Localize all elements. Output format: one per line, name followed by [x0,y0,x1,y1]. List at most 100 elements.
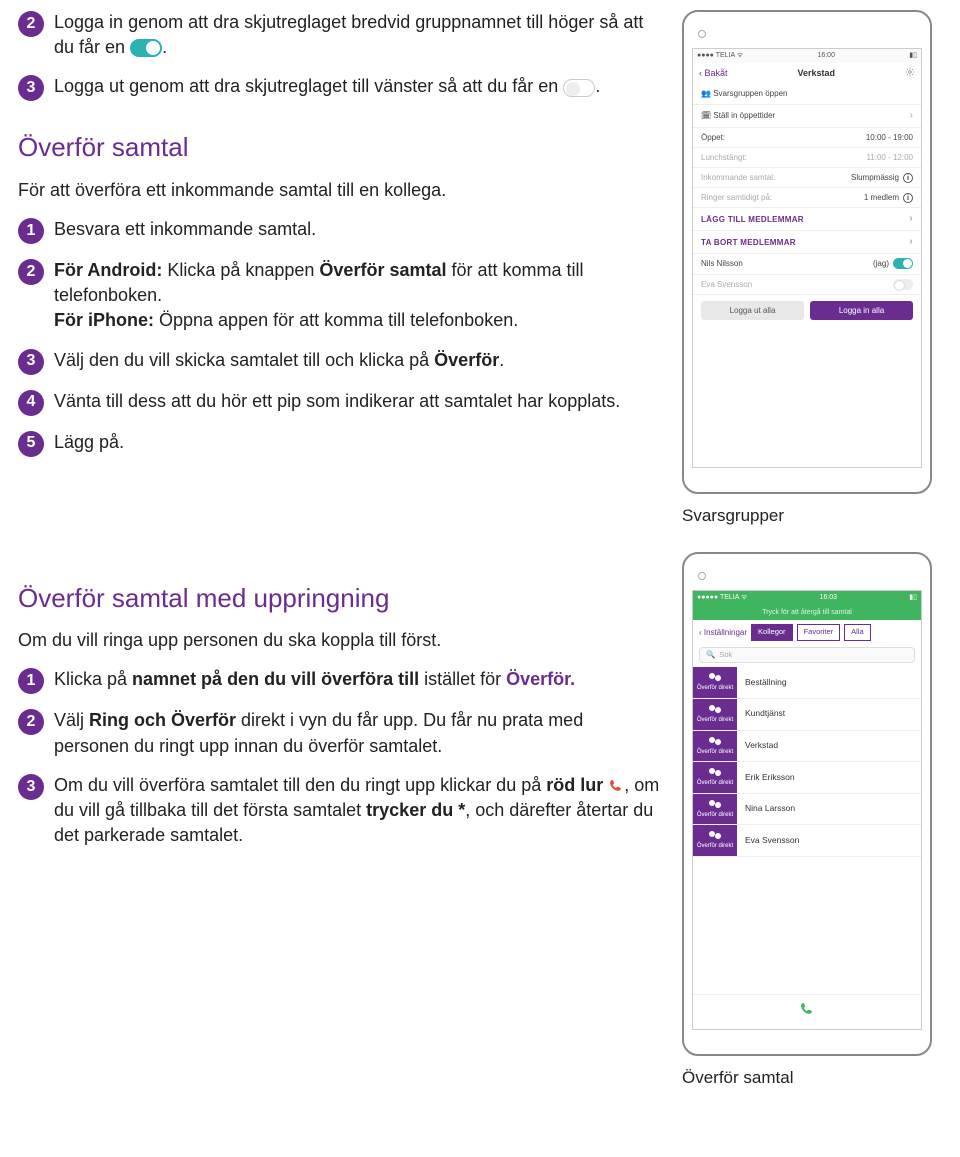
search-input[interactable]: 🔍 Sök [699,647,915,664]
chevron-right-icon: › [909,212,913,226]
contact-name: Erik Eriksson [737,764,921,792]
nav-segment: ‹ Inställningar Kollegor Favoriter Alla [693,620,921,645]
tab-favoriter[interactable]: Favoriter [797,624,841,641]
logga-ut-alla-button[interactable]: Logga ut alla [701,301,804,320]
contact-name: Verkstad [737,732,921,760]
row-ringer: Ringer samtidigt på: 1 medlemi [693,188,921,208]
overfor-direkt-button[interactable]: Överför direkt [693,794,737,825]
s1-step-3: 3 Välj den du vill skicka samtalet till … [18,348,662,375]
s1-step-5: 5 Lägg på. [18,430,662,457]
info-icon[interactable]: i [903,193,913,203]
s2-step-1: 1 Klicka på namnet på den du vill överfö… [18,667,662,694]
overfor-direkt-button[interactable]: Överför direkt [693,825,737,856]
battery-icon: ▮▯ [909,51,917,61]
step-badge: 3 [18,774,44,800]
overfor-direkt-button[interactable]: Överför direkt [693,731,737,762]
battery-icon: ▮▯ [909,593,917,603]
nav-title: Verkstad [797,67,835,80]
clock: 16:03 [820,593,838,603]
row-tabort-medlemmar[interactable]: TA BORT MEDLEMMAR› [693,231,921,254]
step-badge: 4 [18,390,44,416]
overfor-direkt-button[interactable]: Överför direkt [693,762,737,793]
step-badge: 2 [18,709,44,735]
contact-name: Nina Larsson [737,795,921,823]
s1-step-1: 1 Besvara ett inkommande samtal. [18,217,662,244]
call-button[interactable] [693,994,921,1029]
people-icon [708,768,722,778]
row-inkommande: Inkommande samtal: Slumpmässigi [693,168,921,188]
people-icon [708,737,722,747]
step-badge: 3 [18,349,44,375]
step-badge: 2 [18,259,44,285]
contact-row[interactable]: Överför direktEva Svensson [693,825,921,857]
contact-name: Eva Svensson [737,827,921,855]
people-icon [708,831,722,841]
phone-camera-icon [698,30,706,38]
status-bar: ●●●● TELIA ᯤ 16:00 ▮▯ [693,49,921,63]
step-badge: 1 [18,218,44,244]
overfor-direkt-button[interactable]: Överför direkt [693,699,737,730]
clock: 16:00 [817,51,835,61]
people-icon [708,800,722,810]
chevron-right-icon: › [909,235,913,249]
phone-mock-overfor: ●●●●● TELIA ᯤ 16:03 ▮▯ Tryck för att åte… [682,552,932,1056]
contact-row[interactable]: Överför direktBeställning [693,667,921,699]
tab-alla[interactable]: Alla [844,624,871,641]
step-text-after: . [595,76,600,96]
row-svarsgrupp[interactable]: 👥 Svarsgruppen öppen [693,84,921,104]
s2-step-3: 3 Om du vill överföra samtalet till den … [18,773,662,849]
contact-name: Beställning [737,669,921,697]
intro-step-3: 3 Logga ut genom att dra skjutreglaget t… [18,74,662,101]
row-lunch: Lunchstängt:11:00 - 12:00 [693,148,921,168]
member-toggle[interactable] [893,258,913,269]
gear-icon[interactable] [905,67,915,81]
phone-camera-icon [698,572,706,580]
contact-row[interactable]: Överför direktErik Eriksson [693,762,921,794]
step-badge: 2 [18,11,44,37]
toggle-off-icon [563,79,595,97]
step-badge: 3 [18,75,44,101]
chevron-right-icon: › [910,109,913,123]
phone-mock-svarsgrupper: ●●●● TELIA ᯤ 16:00 ▮▯ ‹ Bakåt Verkstad 👥… [682,10,932,494]
row-stall-oppettider[interactable]: 🗓 Ställ in öppettider › [693,105,921,128]
contact-row[interactable]: Överför direktNina Larsson [693,794,921,826]
section-title-uppringning: Överför samtal med uppringning [18,580,662,616]
step-text: Logga ut genom att dra skjutreglaget til… [54,76,563,96]
s1-step-4: 4 Vänta till dess att du hör ett pip som… [18,389,662,416]
status-bar-green: ●●●●● TELIA ᯤ 16:03 ▮▯ [693,591,921,605]
step-badge: 5 [18,431,44,457]
toggle-on-icon [130,39,162,57]
member-row-nils: Nils Nilsson (jag) [693,254,921,274]
phone-caption: Överför samtal [682,1066,942,1090]
label-android: För Android: [54,260,167,280]
step-text: Vänta till dess att du hör ett pip som i… [54,389,662,414]
section-title-overfor: Överför samtal [18,129,662,165]
member-toggle[interactable] [893,279,913,290]
intro-step-2: 2 Logga in genom att dra skjutreglaget b… [18,10,662,60]
contact-row[interactable]: Överför direktKundtjänst [693,699,921,731]
info-icon[interactable]: i [903,173,913,183]
carrier: ●●●●● TELIA ᯤ [697,593,747,603]
step-text: Besvara ett inkommande samtal. [54,217,662,242]
overfor-direkt-button[interactable]: Överför direkt [693,667,737,698]
back-button[interactable]: ‹ Bakåt [699,67,728,80]
return-to-call-bar[interactable]: Tryck för att återgå till samtal [693,605,921,621]
step-text: Lägg på. [54,430,662,455]
row-oppet: Öppet:10:00 - 19:00 [693,128,921,148]
s2-step-2: 2 Välj Ring och Överför direkt i vyn du … [18,708,662,758]
phone-caption: Svarsgrupper [682,504,942,528]
section-intro: Om du vill ringa upp personen du ska kop… [18,628,662,653]
navbar: ‹ Bakåt Verkstad [693,63,921,85]
row-lagg-medlemmar[interactable]: LÄGG TILL MEDLEMMAR› [693,208,921,231]
logga-in-alla-button[interactable]: Logga in alla [810,301,913,320]
people-icon [708,673,722,683]
label-iphone: För iPhone: [54,310,159,330]
member-row-eva: Eva Svensson [693,275,921,295]
section-intro: För att överföra ett inkommande samtal t… [18,178,662,203]
contact-row[interactable]: Överför direktVerkstad [693,731,921,763]
back-button[interactable]: ‹ Inställningar [699,627,747,638]
contact-name: Kundtjänst [737,700,921,728]
s1-step-2: 2 För Android: Klicka på knappen Överför… [18,258,662,334]
tab-kollegor[interactable]: Kollegor [751,624,793,641]
step-text-after: . [162,37,167,57]
